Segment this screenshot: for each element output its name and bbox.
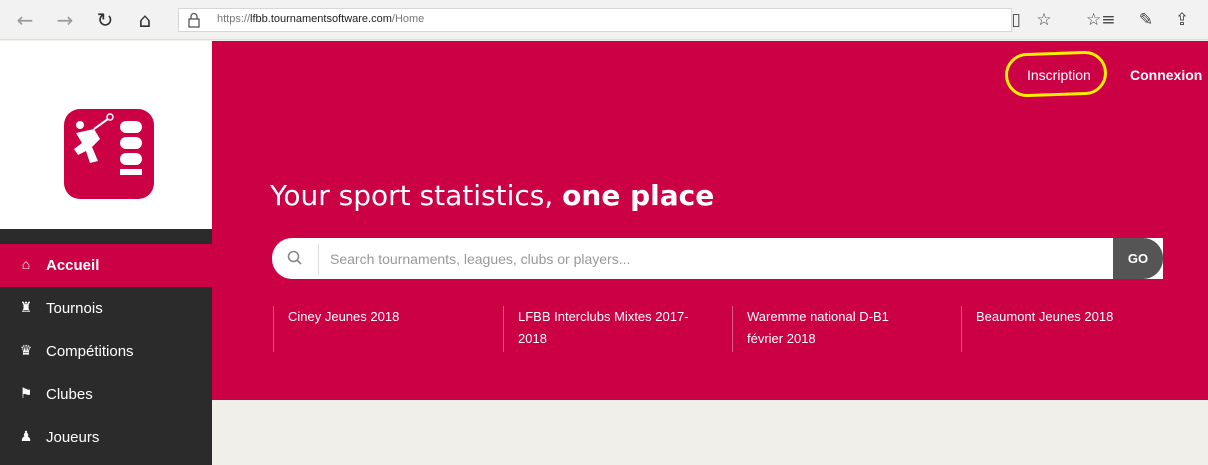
menu-item-label: Tournois (46, 300, 103, 317)
star-icon: ☆ (1036, 10, 1052, 30)
forward-button[interactable]: → (52, 8, 78, 32)
search-icon (287, 250, 302, 265)
quick-link-line: Waremme national D-B1 (747, 309, 889, 324)
reading-view-button[interactable]: ▯ (1004, 8, 1028, 32)
main-menu: ⌂ Accueil ♜ Tournois ♛ Compétitions ⚑ Cl… (0, 229, 212, 465)
favorites-hub-button[interactable]: ☆≡ (1086, 8, 1115, 32)
menu-item-competitions[interactable]: ♛ Compétitions (0, 330, 212, 373)
menu-item-label: Accueil (46, 257, 100, 274)
search-go-button[interactable]: GO (1113, 238, 1163, 279)
quick-link-line: février 2018 (747, 331, 816, 346)
trophy-icon: ♛ (19, 342, 33, 358)
home-button[interactable]: ⌂ (132, 8, 158, 32)
quick-link-line: Ciney Jeunes 2018 (288, 309, 400, 324)
quick-link-ciney[interactable]: Ciney Jeunes 2018 (273, 306, 399, 352)
search-bar (272, 238, 1163, 279)
share-icon: ⇪ (1174, 10, 1190, 30)
refresh-icon: ↻ (96, 8, 114, 32)
web-note-button[interactable]: ✎ (1134, 8, 1158, 32)
url-text: https://lfbb.tournamentsoftware.com/Home (217, 13, 425, 25)
quick-link-line: LFBB Interclubs Mixtes 2017- (518, 309, 689, 324)
badminton-player-logo-icon (74, 113, 142, 175)
arrow-right-icon: → (56, 8, 74, 32)
hero-title: Your sport statistics, one place (270, 179, 715, 212)
lock-icon (188, 12, 200, 28)
menu-item-joueurs[interactable]: ♟ Joueurs (0, 416, 212, 459)
quick-link-line: Beaumont Jeunes 2018 (976, 309, 1114, 324)
share-button[interactable]: ⇪ (1170, 8, 1194, 32)
quick-link-line: 2018 (518, 331, 547, 346)
favorites-list-icon: ☆≡ (1086, 10, 1116, 30)
sidebar: ⌂ Accueil ♜ Tournois ♛ Compétitions ⚑ Cl… (0, 41, 212, 465)
quick-link-beaumont[interactable]: Beaumont Jeunes 2018 (961, 306, 1113, 352)
quick-link-interclubs[interactable]: LFBB Interclubs Mixtes 2017- 2018 (503, 306, 689, 352)
annotation-highlight-circle (1004, 50, 1108, 98)
menu-item-label: Clubes (46, 386, 93, 403)
flag-icon: ⚑ (19, 385, 33, 401)
home-icon: ⌂ (138, 8, 152, 32)
favorite-button[interactable]: ☆ (1032, 8, 1056, 32)
menu-item-label: Compétitions (46, 343, 134, 360)
address-bar[interactable]: https://lfbb.tournamentsoftware.com/Home (178, 8, 1012, 32)
lfbb-logo[interactable] (64, 109, 154, 199)
menu-item-label: Joueurs (46, 429, 100, 446)
menu-item-clubes[interactable]: ⚑ Clubes (0, 373, 212, 416)
trophy-cup-icon: ♜ (19, 299, 33, 315)
quick-link-waremme[interactable]: Waremme national D-B1 février 2018 (732, 306, 889, 352)
search-input[interactable] (330, 246, 1100, 272)
refresh-button[interactable]: ↻ (92, 8, 118, 32)
book-icon: ▯ (1011, 10, 1021, 30)
users-icon: ♟ (19, 428, 33, 444)
arrow-left-icon: ← (16, 8, 34, 32)
search-divider (318, 244, 319, 274)
back-button[interactable]: ← (12, 8, 38, 32)
pen-icon: ✎ (1138, 10, 1154, 30)
browser-toolbar: ← → ↻ ⌂ https://lfbb.tournamentsoftware.… (0, 0, 1208, 40)
login-link[interactable]: Connexion (1130, 67, 1202, 83)
menu-item-accueil[interactable]: ⌂ Accueil (0, 244, 212, 287)
home-icon: ⌂ (21, 256, 31, 272)
menu-item-tournois[interactable]: ♜ Tournois (0, 287, 212, 330)
